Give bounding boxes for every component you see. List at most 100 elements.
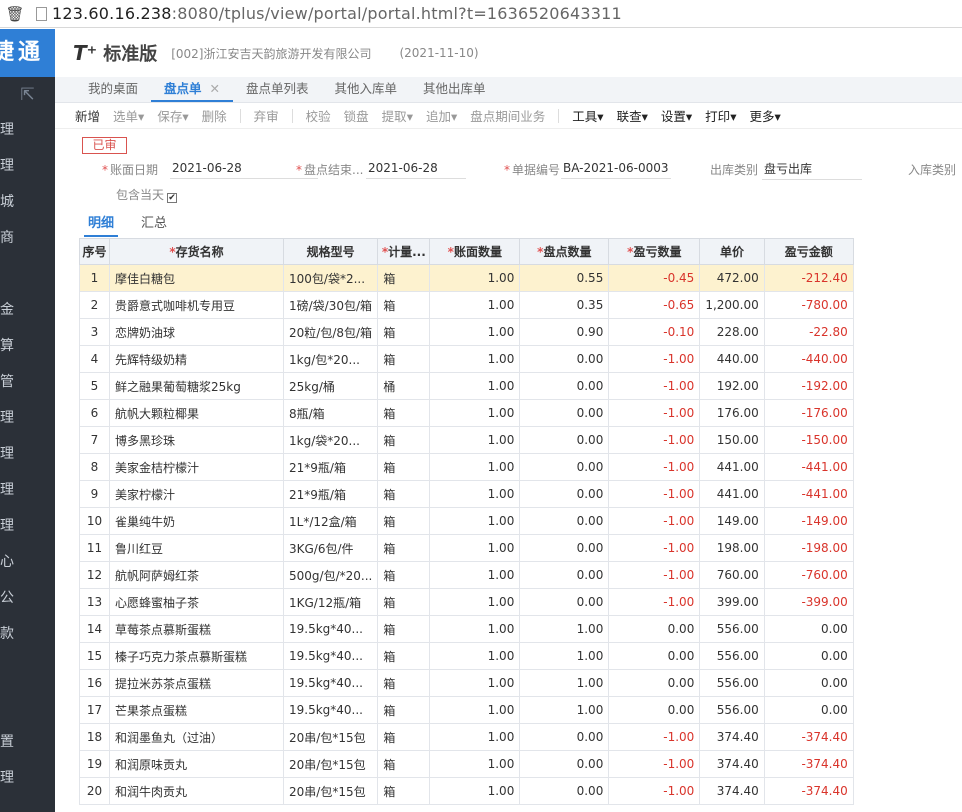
grid-cell[interactable]: 2 — [79, 291, 110, 319]
col-header[interactable]: *盘点数量 — [519, 238, 610, 265]
tab-stocktake[interactable]: 盘点单 ✕ — [151, 76, 234, 102]
grid-cell[interactable]: 心愿蜂蜜柚子茶 — [109, 588, 284, 616]
grid-cell[interactable]: 1.00 — [429, 723, 521, 751]
grid-cell[interactable]: 440.00 — [699, 345, 765, 373]
grid-cell[interactable]: 箱 — [377, 399, 431, 427]
grid-cell[interactable]: -1.00 — [608, 588, 701, 616]
tab-summary[interactable]: 汇总 — [141, 212, 167, 231]
table-row[interactable]: 6 航帆大颗粒椰果 8瓶/箱箱 1.00 0.00 -1.00 176.00 -176.00 — [79, 399, 854, 427]
sidebar-item[interactable]: 管 — [0, 371, 14, 391]
grid-cell[interactable]: 1.00 — [429, 534, 521, 562]
grid-cell[interactable]: 鲁川红豆 — [109, 534, 284, 562]
grid-cell[interactable]: 1L*/12盒/箱 — [282, 507, 379, 535]
grid-cell[interactable]: 15 — [79, 642, 110, 670]
grid-cell[interactable]: 1.00 — [429, 642, 521, 670]
verify-button[interactable]: 校验 — [306, 106, 331, 125]
grid-cell[interactable]: 760.00 — [699, 561, 765, 589]
grid-cell[interactable]: 19.5kg*40... — [282, 696, 379, 724]
sidebar-item[interactable]: 金 — [0, 299, 14, 319]
grid-cell[interactable]: 0.90 — [519, 318, 610, 346]
address-bar[interactable]: 🗑 123.60.16.238:8080/tplus/view/portal/p… — [0, 0, 962, 28]
grid-cell[interactable]: 13 — [79, 588, 110, 616]
grid-cell[interactable]: 150.00 — [699, 426, 765, 454]
table-row[interactable]: 11 鲁川红豆 3KG/6包/件箱 1.00 0.00 -1.00 198.00 -198.0… — [79, 534, 854, 562]
grid-cell[interactable]: 19 — [79, 750, 110, 778]
period-business-button[interactable]: 盘点期间业务 — [470, 106, 545, 125]
grid-cell[interactable]: 19.5kg*40... — [282, 642, 379, 670]
select-menu[interactable]: 选单▾ — [113, 106, 144, 125]
grid-cell[interactable]: 1磅/袋/30包/箱 — [282, 291, 379, 319]
col-header[interactable]: *计量... — [377, 238, 431, 265]
grid-cell[interactable]: -150.00 — [763, 426, 854, 454]
grid-cell[interactable]: 箱 — [377, 480, 431, 508]
grid-cell[interactable]: 提拉米苏茶点蛋糕 — [109, 669, 284, 697]
grid-cell[interactable]: 556.00 — [699, 642, 765, 670]
grid-cell[interactable]: 1.00 — [519, 696, 610, 724]
table-row[interactable]: 4 先辉特级奶精 1kg/包*20... 箱 1.00 0.00 -1.00 440.00 -4… — [79, 345, 854, 373]
grid-cell[interactable]: 21*9瓶/箱 — [282, 480, 379, 508]
grid-cell[interactable]: 和润牛肉贡丸 — [109, 777, 284, 805]
col-header[interactable]: 盈亏金额 — [763, 238, 854, 265]
grid-cell[interactable]: -1.00 — [608, 399, 701, 427]
grid-cell[interactable]: 374.40 — [699, 777, 765, 805]
grid-cell[interactable]: 149.00 — [699, 507, 765, 535]
append-menu[interactable]: 追加▾ — [426, 106, 457, 125]
grid-cell[interactable]: 7 — [79, 426, 110, 454]
sidebar-item[interactable]: 商 — [0, 227, 14, 247]
tab-other-outbound[interactable]: 其他出库单 — [410, 76, 499, 102]
grid-cell[interactable]: 1.00 — [519, 615, 610, 643]
grid-cell[interactable]: 0.00 — [763, 642, 854, 670]
grid-cell[interactable]: 18 — [79, 723, 110, 751]
grid-cell[interactable]: 556.00 — [699, 669, 765, 697]
grid-cell[interactable]: 桶 — [377, 372, 431, 400]
grid-cell[interactable]: 441.00 — [699, 453, 765, 481]
table-row[interactable]: 2 贵爵意式咖啡机专用豆 1磅/袋/30包/箱箱 1.00 0.35 -0.65 1,200… — [79, 291, 854, 319]
grid-cell[interactable]: 先辉特级奶精 — [109, 345, 284, 373]
grid-cell[interactable]: 5 — [79, 372, 110, 400]
grid-cell[interactable]: 1.00 — [429, 426, 521, 454]
grid-cell[interactable]: 箱 — [377, 723, 431, 751]
grid-cell[interactable]: -1.00 — [608, 480, 701, 508]
grid-cell[interactable]: 1KG/12瓶/箱 — [282, 588, 379, 616]
grid-cell[interactable]: 0.00 — [519, 561, 610, 589]
grid-cell[interactable]: -374.40 — [763, 750, 854, 778]
grid-cell[interactable]: -374.40 — [763, 777, 854, 805]
grid-cell[interactable]: 0.00 — [519, 750, 610, 778]
link-menu[interactable]: 联查▾ — [617, 106, 648, 125]
grid-cell[interactable]: 0.00 — [519, 777, 610, 805]
grid-cell[interactable]: 100包/袋*2... — [282, 264, 379, 292]
grid-cell[interactable]: 0.00 — [519, 453, 610, 481]
grid-cell[interactable]: 1.00 — [429, 453, 521, 481]
sidebar-item[interactable]: 城 — [0, 191, 14, 211]
grid-cell[interactable]: -1.00 — [608, 372, 701, 400]
grid-cell[interactable]: 1.00 — [429, 750, 521, 778]
grid-cell[interactable]: 箱 — [377, 264, 431, 292]
delete-button[interactable]: 删除 — [202, 106, 227, 125]
grid-cell[interactable]: 19.5kg*40... — [282, 669, 379, 697]
grid-cell[interactable]: 1.00 — [429, 264, 521, 292]
grid-cell[interactable]: 0.00 — [519, 426, 610, 454]
grid-cell[interactable]: 8 — [79, 453, 110, 481]
grid-cell[interactable]: 0.00 — [519, 507, 610, 535]
table-row[interactable]: 15 榛子巧克力茶点慕斯蛋糕 19.5kg*40... 箱 1.00 1.00 0.00 55… — [79, 642, 854, 670]
grid-cell[interactable]: 箱 — [377, 669, 431, 697]
grid-cell[interactable]: 3KG/6包/件 — [282, 534, 379, 562]
table-row[interactable]: 20 和润牛肉贡丸 20串/包*15包箱 1.00 0.00 -1.00 374.40 -37… — [79, 777, 854, 805]
table-row[interactable]: 18 和润墨鱼丸（过油） 20串/包*15包箱 1.00 0.00 -1.00 374.40… — [79, 723, 854, 751]
grid-cell[interactable]: 1.00 — [429, 372, 521, 400]
sidebar-item[interactable]: 公 — [0, 587, 14, 607]
table-row[interactable]: 19 和润原味贡丸 20串/包*15包箱 1.00 0.00 -1.00 374.40 -37… — [79, 750, 854, 778]
grid-cell[interactable]: 芒果茶点蛋糕 — [109, 696, 284, 724]
grid-cell[interactable]: -198.00 — [763, 534, 854, 562]
grid-cell[interactable]: 0.00 — [763, 615, 854, 643]
grid-cell[interactable]: 0.00 — [608, 669, 701, 697]
grid-cell[interactable]: 1 — [79, 264, 110, 292]
grid-cell[interactable]: -0.45 — [608, 264, 701, 292]
grid-cell[interactable]: 箱 — [377, 318, 431, 346]
grid-cell[interactable]: -192.00 — [763, 372, 854, 400]
grid-cell[interactable]: 556.00 — [699, 696, 765, 724]
grid-cell[interactable]: 箱 — [377, 588, 431, 616]
sidebar-item[interactable]: 理 — [0, 155, 14, 175]
table-row[interactable]: 8 美家金桔柠檬汁 21*9瓶/箱箱 1.00 0.00 -1.00 441.00 -441.… — [79, 453, 854, 481]
grid-cell[interactable]: -441.00 — [763, 453, 854, 481]
